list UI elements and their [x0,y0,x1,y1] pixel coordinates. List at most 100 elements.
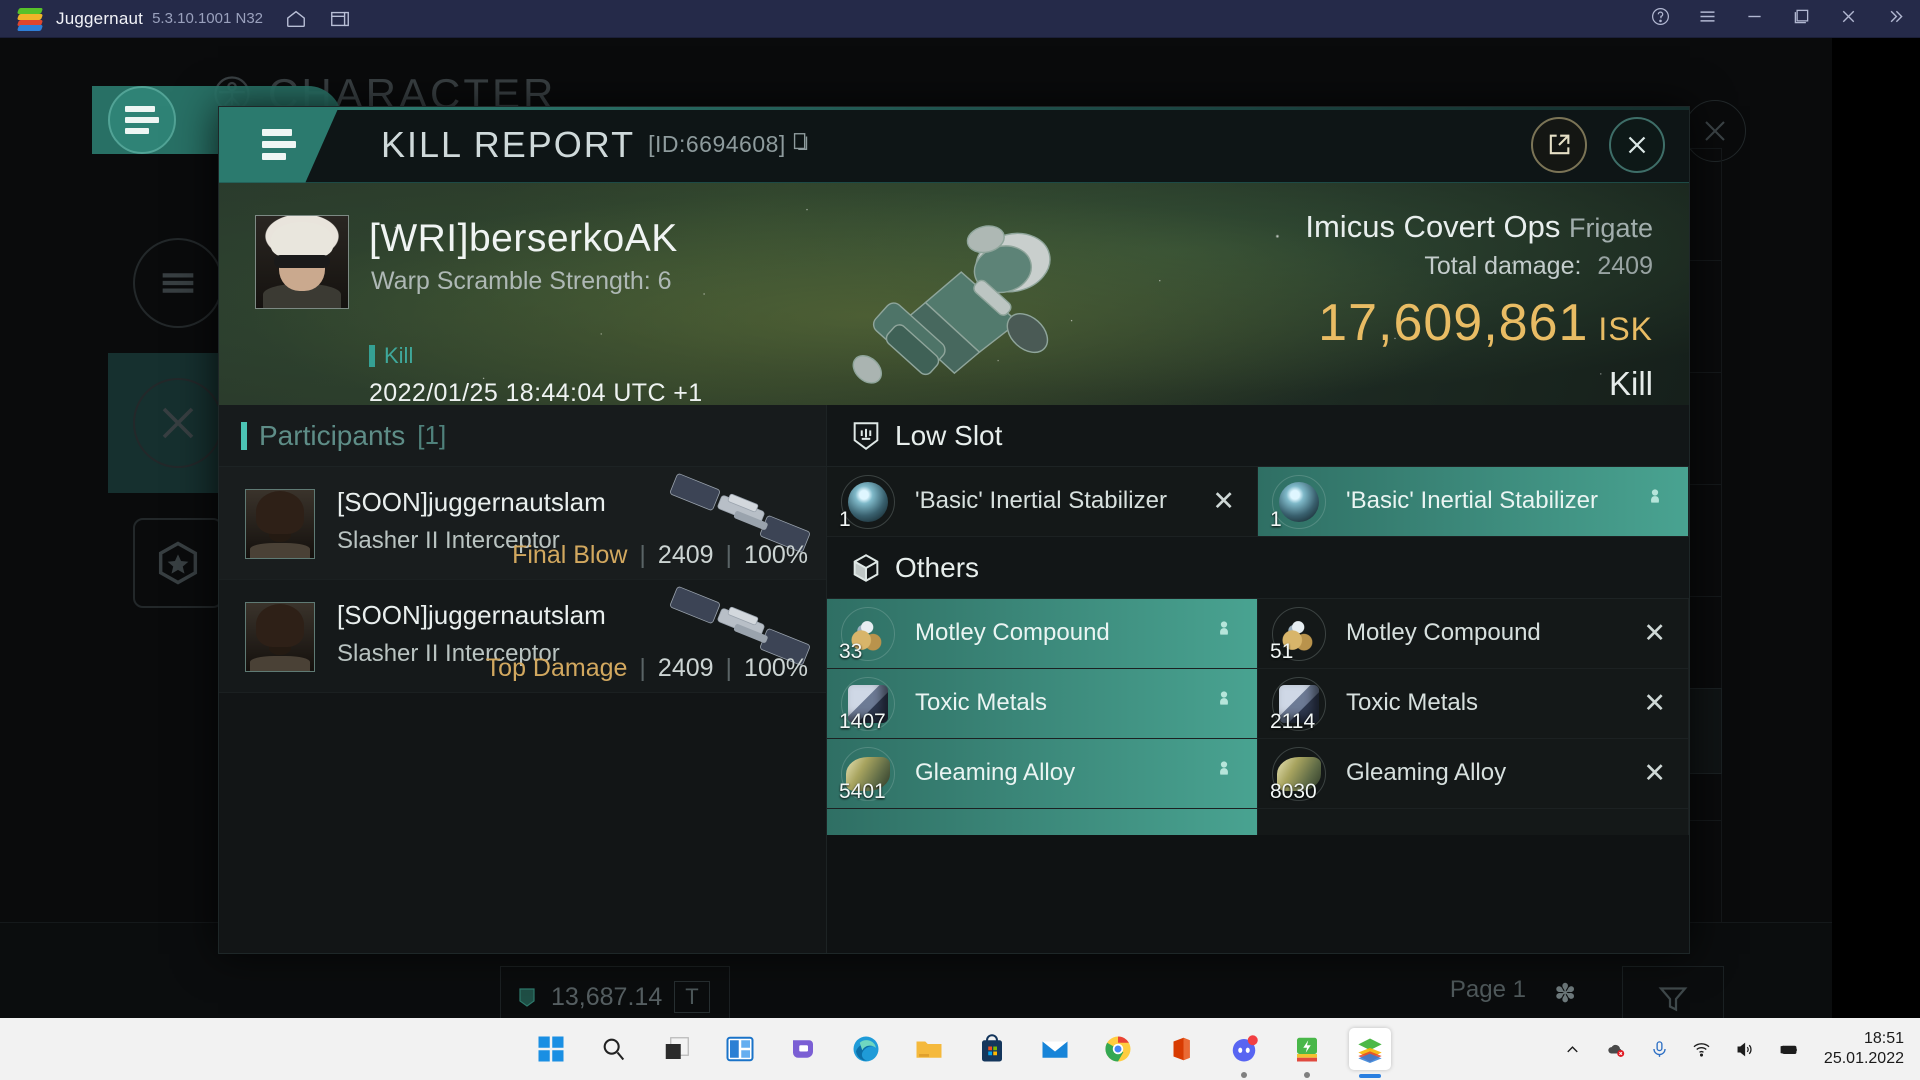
victim-hero: [WRI]berserkoAK Warp Scramble Strength: … [219,183,1689,405]
star-icon [133,518,223,608]
dropped-person-icon [1644,485,1666,518]
bluestacks-icon[interactable] [1348,1028,1391,1078]
widgets-icon[interactable] [719,1028,761,1070]
edge-icon[interactable] [845,1028,887,1070]
chrome-icon[interactable] [1097,1028,1139,1070]
multi-instance-icon[interactable] [329,8,351,30]
hamburger-icon [262,124,296,165]
mail-icon[interactable] [1034,1028,1076,1070]
participant-stats: Final Blow | 2409 | 100% [512,541,808,569]
list-item[interactable]: 33 Motley Compound [827,599,1258,669]
low-slot-title: Low Slot [895,419,1003,451]
menu-icon [133,238,223,328]
onedrive-error-icon[interactable] [1604,1040,1628,1059]
windows-taskbar: 18:51 25.01.2022 [0,1018,1920,1080]
store-icon[interactable] [971,1028,1013,1070]
share-button[interactable] [1531,117,1587,173]
task-view-icon[interactable] [656,1028,698,1070]
window-controls [1650,0,1906,38]
dialog-buttons [1531,117,1665,173]
participant-percent: 100% [744,541,808,569]
list-item[interactable] [827,809,1258,835]
combat-icon [133,378,223,468]
battery-charging-icon[interactable] [1777,1040,1802,1059]
item-name: Gleaming Alloy [1346,759,1507,787]
participant-damage: 2409 [657,654,714,682]
background-page-indicator: Page 1 [1449,976,1526,1003]
dialog-close-button[interactable] [1609,117,1665,173]
dialog-title: KILL REPORT [381,123,636,165]
volume-icon[interactable] [1734,1040,1755,1059]
low-slot-header: Low Slot [827,405,1689,467]
list-item[interactable] [1258,809,1689,835]
list-item[interactable]: 1 'Basic' Inertial Stabilizer ✕ [827,467,1258,537]
microphone-icon[interactable] [1650,1039,1669,1059]
victim-ship-name: Imicus Covert Ops [1305,209,1561,244]
copy-id-icon[interactable] [790,130,812,160]
chevron-up-icon[interactable] [1563,1040,1582,1059]
avatar[interactable] [245,489,315,559]
toxic-metals-icon: 2114 [1268,673,1330,735]
kill-timestamp: 2022/01/25 18:44:04 UTC +1 [369,379,703,405]
isk-value: 17,609,861 ISK [1305,293,1653,353]
home-icon[interactable] [285,8,307,30]
list-item[interactable]: 51 Motley Compound ✕ [1258,599,1689,669]
clock-time: 18:51 [1863,1030,1904,1047]
screen: Juggernaut 5.3.10.1001 N32 CHARACTER 13,… [0,0,1920,1080]
close-icon [1628,136,1646,154]
table-row[interactable]: [SOON]juggernautslam Slasher II Intercep… [219,467,826,580]
dropped-person-icon [1213,687,1235,720]
share-icon [1549,134,1570,155]
bluestacks-logo-icon [16,7,44,31]
list-item[interactable]: 5401 Gleaming Alloy [827,739,1258,809]
list-item[interactable]: 8030 Gleaming Alloy ✕ [1258,739,1689,809]
list-item[interactable]: 1407 Toxic Metals [827,669,1258,739]
victim-ship-line: Imicus Covert Ops Frigate [1305,209,1653,245]
table-row[interactable]: [SOON]juggernautslam Slasher II Intercep… [219,580,826,693]
file-explorer-icon[interactable] [908,1028,950,1070]
teams-icon[interactable] [782,1028,824,1070]
office-icon[interactable] [1160,1028,1202,1070]
participants-title: Participants [259,419,406,451]
app-version: 5.3.10.1001 N32 [152,10,264,27]
wifi-icon[interactable] [1691,1040,1712,1059]
destroyed-x-icon: ✕ [1643,758,1666,788]
cube-icon [849,550,883,586]
fitting-panel: Low Slot 1 'Basic' Inertial Stabilizer ✕ [827,405,1689,953]
discord-icon[interactable] [1223,1028,1265,1078]
menu-icon[interactable] [1697,6,1718,32]
list-item[interactable]: 2114 Toxic Metals ✕ [1258,669,1689,739]
dialog-menu-button[interactable] [219,107,339,183]
app-green-icon[interactable] [1286,1028,1328,1078]
low-slot-items: 1 'Basic' Inertial Stabilizer ✕ 1 'Basic… [827,467,1689,537]
game-hamburger-button[interactable] [108,86,176,154]
others-title: Others [895,551,980,583]
total-damage-label: Total damage: [1424,252,1582,280]
start-icon[interactable] [530,1028,572,1070]
participant-damage: 2409 [657,541,714,569]
close-icon[interactable] [1838,6,1859,32]
item-name: Motley Compound [915,619,1110,647]
help-icon[interactable] [1650,6,1671,32]
item-quantity: 1407 [839,709,886,733]
emulator-titlebar: Juggernaut 5.3.10.1001 N32 [0,0,1920,38]
dialog-kill-id: [ID:6694608] [648,131,786,157]
expand-icon[interactable] [1885,6,1906,32]
avatar[interactable] [245,602,315,672]
hamburger-icon [125,101,159,139]
currency-toggle[interactable]: T [674,981,710,1013]
victim-avatar[interactable] [255,215,349,309]
kill-tag: Kill [369,343,413,369]
participants-panel: Participants [1] [SOON]juggernautslam Sl… [219,405,827,953]
background-edit-icon[interactable]: ✽ [1554,978,1576,1009]
isk-unit: ISK [1598,311,1653,347]
total-damage: Total damage: 2409 [1305,252,1653,281]
minimize-icon[interactable] [1744,6,1765,32]
dropped-person-icon [1213,617,1235,650]
inertial-stabilizer-icon: 1 [837,471,899,533]
maximize-icon[interactable] [1791,6,1812,32]
taskbar-clock[interactable]: 18:51 25.01.2022 [1824,1029,1904,1069]
list-item[interactable]: 1 'Basic' Inertial Stabilizer [1258,467,1689,537]
search-icon[interactable] [593,1028,635,1070]
isk-amount: 17,609,861 [1318,294,1589,352]
